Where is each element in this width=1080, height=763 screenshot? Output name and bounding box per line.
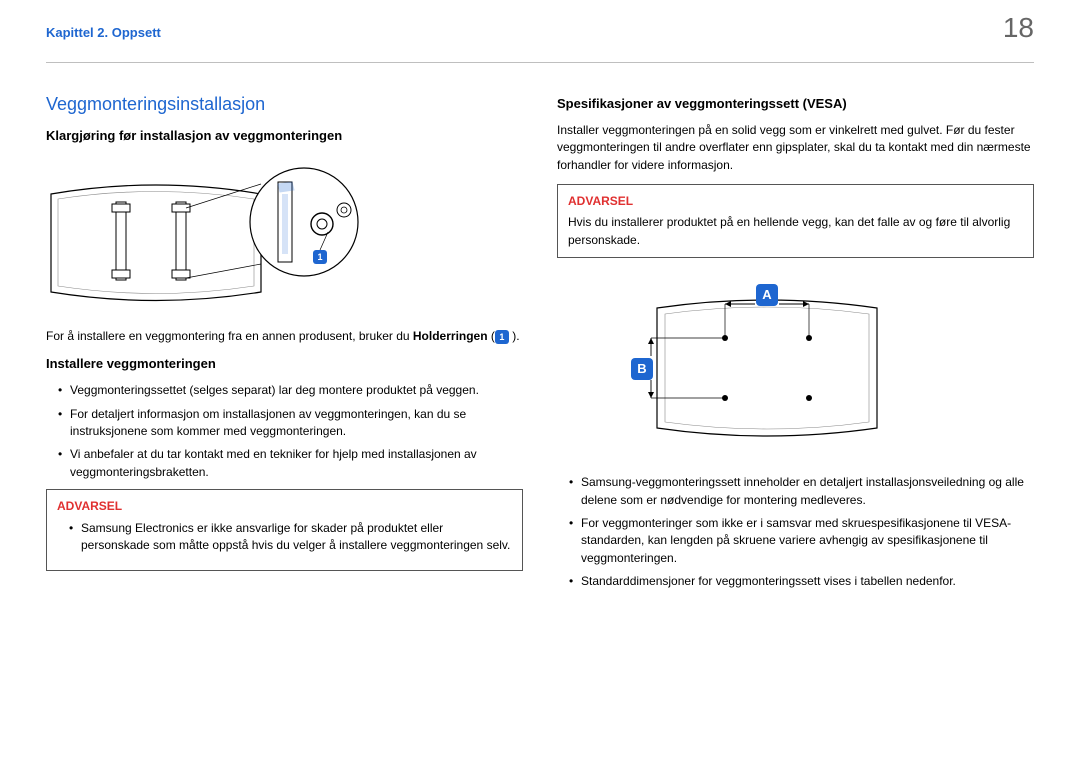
list-item: Veggmonteringssettet (selges separat) la…: [58, 382, 523, 399]
install-bullets: Veggmonteringssettet (selges separat) la…: [46, 382, 523, 481]
list-item: Vi anbefaler at du tar kontakt med en te…: [58, 446, 523, 481]
list-item: For detaljert informasjon om installasjo…: [58, 406, 523, 441]
warning-box-right: ADVARSEL Hvis du installerer produktet p…: [557, 184, 1034, 258]
callout-b-icon: B: [631, 358, 653, 380]
right-column: Spesifikasjoner av veggmonteringssett (V…: [557, 91, 1034, 599]
warning-box-left: ADVARSEL Samsung Electronics er ikke ans…: [46, 489, 523, 571]
vesa-bullets: Samsung-veggmonteringssett inneholder en…: [557, 474, 1034, 590]
text-end: ).: [509, 329, 520, 343]
text-bold: Holderringen: [413, 329, 488, 343]
warning-text: Hvis du installerer produktet på en hell…: [568, 214, 1023, 249]
callout-1-icon: 1: [313, 250, 327, 264]
section-title: Veggmonteringsinstallasjon: [46, 91, 523, 117]
figure-vesa-dimensions: A B: [607, 268, 917, 458]
figure-wall-mount-prep: 1: [46, 154, 496, 314]
sub-install: Installere veggmonteringen: [46, 355, 523, 374]
left-column: Veggmonteringsinstallasjon Klargjøring f…: [46, 91, 523, 599]
sub-prepare: Klargjøring før installasjon av veggmont…: [46, 127, 523, 146]
list-item: Standarddimensjoner for veggmonteringsse…: [569, 573, 1034, 590]
page-number: 18: [1003, 8, 1034, 49]
warning-title: ADVARSEL: [568, 193, 1023, 210]
holder-ring-text: For å installere en veggmontering fra en…: [46, 328, 523, 345]
warning-text: Samsung Electronics er ikke ansvarlige f…: [69, 520, 512, 555]
list-item: For veggmonteringer som ikke er i samsva…: [569, 515, 1034, 567]
list-item: Samsung-veggmonteringssett inneholder en…: [569, 474, 1034, 509]
sub-vesa: Spesifikasjoner av veggmonteringssett (V…: [557, 95, 1034, 114]
text-pre: For å installere en veggmontering fra en…: [46, 329, 413, 343]
warning-title: ADVARSEL: [57, 498, 512, 515]
callout-1-inline-icon: 1: [495, 330, 509, 344]
text-post: (: [488, 329, 495, 343]
chapter-label: Kapittel 2. Oppsett: [46, 24, 1034, 43]
callout-a-icon: A: [756, 284, 778, 306]
vesa-paragraph: Installer veggmonteringen på en solid ve…: [557, 122, 1034, 174]
